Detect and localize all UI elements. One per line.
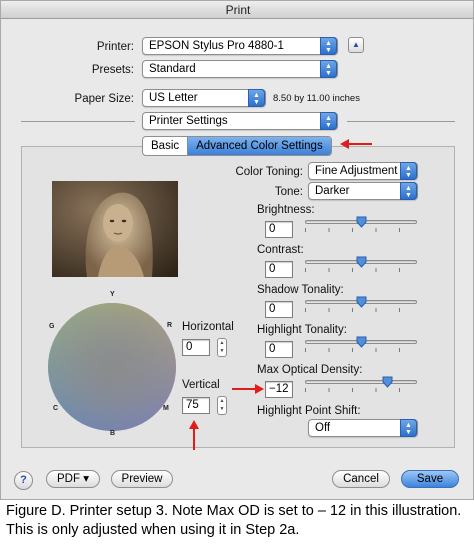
preview-photo <box>52 181 178 277</box>
printer-popup[interactable]: EPSON Stylus Pro 4880-1 ▲ ▼ <box>142 37 338 55</box>
wheel-label-g: G <box>49 323 55 330</box>
pdf-button[interactable]: PDF ▾ <box>46 470 100 488</box>
print-dialog: Print Printer: EPSON Stylus Pro 4880-1 ▲… <box>0 0 474 500</box>
wheel-label-r: R <box>167 322 173 329</box>
horizontal-stepper[interactable]: ▲ ▼ <box>217 338 227 357</box>
paper-dimensions: 8.50 by 11.00 inches <box>273 93 360 104</box>
slider-label: Highlight Tonality: <box>257 324 347 336</box>
slider-ticks <box>305 308 418 312</box>
popup-arrows-icon: ▲ ▼ <box>320 60 337 78</box>
cancel-button[interactable]: Cancel <box>332 470 390 488</box>
annotation-arrow-tabs <box>340 139 372 149</box>
slider-ticks <box>305 348 418 352</box>
slider-value-field[interactable]: 0 <box>265 221 293 238</box>
horizontal-label: Horizontal <box>182 321 234 333</box>
presets-value: Standard <box>149 63 196 75</box>
vertical-field[interactable]: 75 <box>182 397 210 414</box>
presets-label: Presets: <box>91 64 134 76</box>
highlight-point-shift-label: Highlight Point Shift: <box>257 405 361 417</box>
slider-thumb[interactable] <box>356 336 367 348</box>
section-value: Printer Settings <box>149 115 228 127</box>
popup-arrows-icon: ▲ ▼ <box>400 419 417 437</box>
slider-label: Max Optical Density: <box>257 364 363 376</box>
wheel-label-m: M <box>163 405 169 412</box>
highlight-point-shift-popup[interactable]: Off ▲ ▼ <box>308 419 418 437</box>
popup-arrows-icon: ▲ ▼ <box>320 37 337 55</box>
tone-popup[interactable]: Darker ▲ ▼ <box>308 182 418 200</box>
popup-arrows-icon: ▲ ▼ <box>248 89 265 107</box>
help-button[interactable]: ? <box>14 471 33 490</box>
horizontal-field[interactable]: 0 <box>182 339 210 356</box>
tab-advanced-color-settings[interactable]: Advanced Color Settings <box>187 137 331 155</box>
disclosure-button[interactable]: ▲ <box>348 37 364 53</box>
divider-left <box>21 121 135 122</box>
popup-arrows-icon: ▲ ▼ <box>320 112 337 130</box>
paper-size-label: Paper Size: <box>74 93 134 105</box>
wheel-label-c: C <box>53 405 59 412</box>
slider-ticks <box>305 268 418 272</box>
tab-bar: Basic Advanced Color Settings <box>142 136 332 156</box>
slider-value-field[interactable]: 0 <box>265 261 293 278</box>
slider-value-field[interactable]: 0 <box>265 341 293 358</box>
popup-arrows-icon: ▲ ▼ <box>400 162 417 180</box>
popup-arrows-icon: ▲ ▼ <box>400 182 417 200</box>
slider-track[interactable] <box>305 380 417 384</box>
slider-thumb[interactable] <box>356 216 367 228</box>
tone-value: Darker <box>315 185 350 197</box>
color-wheel[interactable] <box>38 291 186 439</box>
slider-value-field[interactable]: −12 <box>265 381 293 398</box>
wheel-label-b: B <box>110 430 116 437</box>
tone-label: Tone: <box>274 186 303 198</box>
color-toning-label: Color Toning: <box>235 166 303 178</box>
paper-size-popup[interactable]: US Letter ▲ ▼ <box>142 89 266 107</box>
presets-popup[interactable]: Standard ▲ ▼ <box>142 60 338 78</box>
slider-label: Brightness: <box>257 204 315 216</box>
divider-right <box>347 121 455 122</box>
paper-size-value: US Letter <box>149 92 198 104</box>
window-title: Print <box>1 1 473 19</box>
color-toning-value: Fine Adjustment <box>315 165 398 177</box>
section-popup[interactable]: Printer Settings ▲ ▼ <box>142 112 338 130</box>
tab-basic[interactable]: Basic <box>143 137 187 155</box>
vertical-label: Vertical <box>182 379 220 391</box>
slider-ticks <box>305 388 418 392</box>
slider-label: Shadow Tonality: <box>257 284 344 296</box>
color-wheel-graphic <box>48 303 176 431</box>
highlight-point-shift-value: Off <box>315 422 331 434</box>
figure-caption: Figure D. Printer setup 3. Note Max OD i… <box>6 503 462 538</box>
color-toning-popup[interactable]: Fine Adjustment ▲ ▼ <box>308 162 418 180</box>
triangle-up-icon: ▲ <box>352 40 360 49</box>
preview-button[interactable]: Preview <box>111 470 173 488</box>
slider-label: Contrast: <box>257 244 304 256</box>
slider-ticks <box>305 228 418 232</box>
annotation-arrow-vertical <box>189 420 199 450</box>
printer-label: Printer: <box>96 41 134 53</box>
slider-thumb[interactable] <box>356 256 367 268</box>
printer-value: EPSON Stylus Pro 4880-1 <box>149 40 284 52</box>
slider-thumb[interactable] <box>382 376 393 388</box>
slider-value-field[interactable]: 0 <box>265 301 293 318</box>
portrait-image <box>52 181 178 277</box>
wheel-label-y: Y <box>110 291 115 298</box>
vertical-stepper[interactable]: ▲ ▼ <box>217 396 227 415</box>
save-button[interactable]: Save <box>401 470 459 488</box>
slider-thumb[interactable] <box>356 296 367 308</box>
annotation-arrow-max-od <box>232 384 264 394</box>
